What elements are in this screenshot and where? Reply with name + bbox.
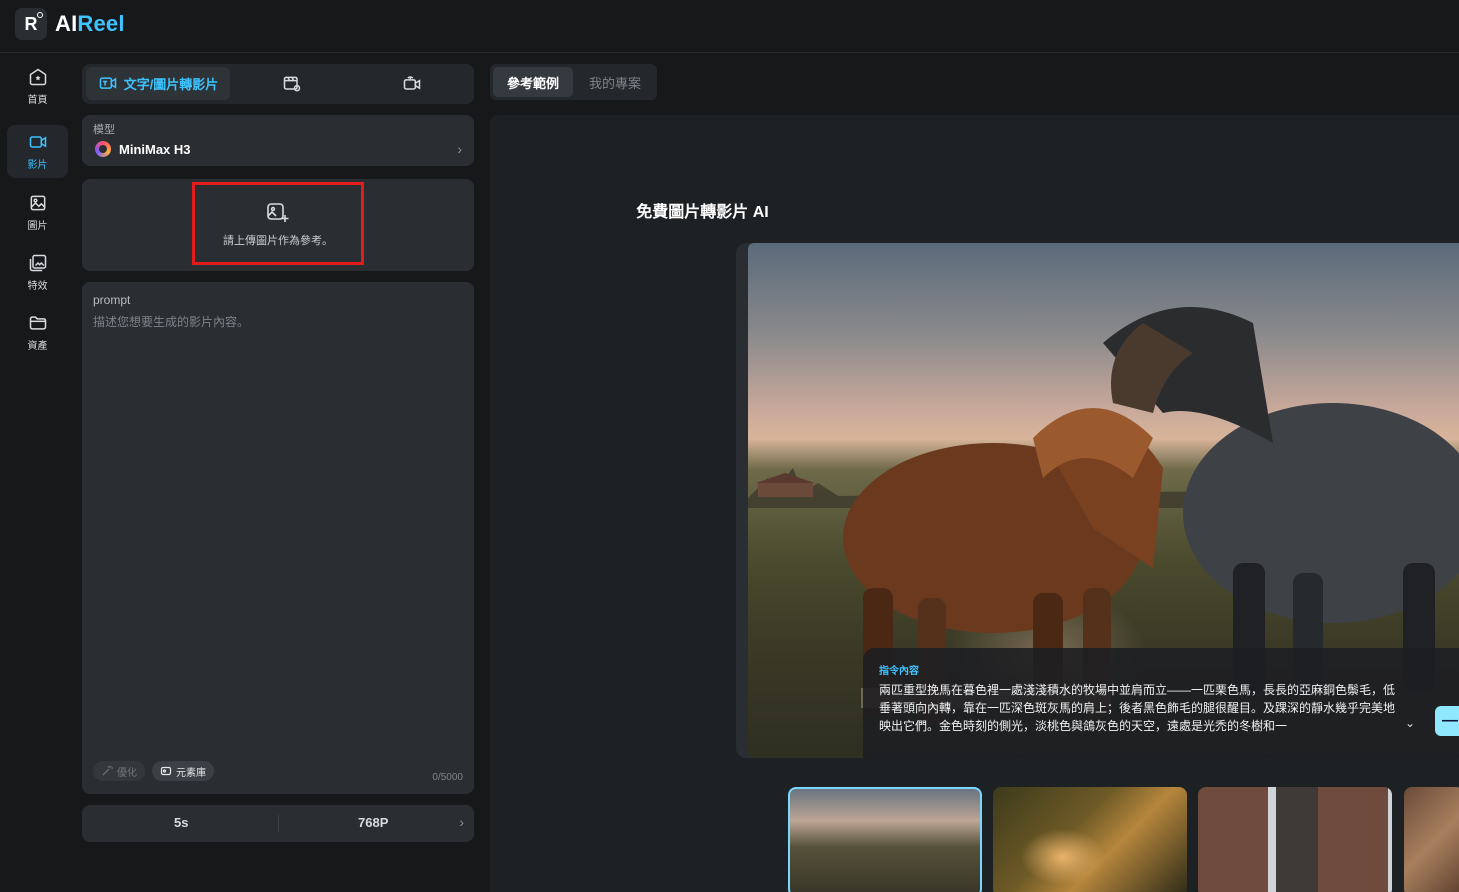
thumbnail-horses[interactable] bbox=[788, 787, 982, 892]
prompt-input[interactable] bbox=[93, 313, 461, 733]
prompt-panel: prompt 優化 元素庫 0/5000 bbox=[82, 282, 474, 794]
tab-video-reference[interactable] bbox=[232, 67, 352, 100]
folder-icon bbox=[29, 316, 46, 330]
tab-text-image-to-video[interactable]: 文字/圖片轉影片 bbox=[86, 67, 230, 100]
optimize-button[interactable]: 優化 bbox=[93, 761, 145, 781]
showcase-title: 免費圖片轉影片 AI bbox=[636, 204, 769, 221]
video-camera-icon bbox=[29, 136, 46, 148]
upload-hint: 請上傳圖片作為參考。 bbox=[223, 235, 333, 247]
logo-mark-icon: R bbox=[15, 8, 47, 40]
model-label: 模型 bbox=[93, 124, 115, 136]
logo-text-prefix: AI bbox=[55, 11, 78, 36]
model-name: MiniMax H3 bbox=[119, 141, 191, 157]
caption-text: 兩匹重型挽馬在暮色裡一處淺淺積水的牧場中並肩而立——一匹栗色馬，長長的亞麻銅色鬃… bbox=[879, 683, 1396, 733]
text-image-to-video-icon bbox=[99, 76, 116, 89]
caption-label: 指令內容 bbox=[879, 666, 919, 677]
nav-label-assets: 資產 bbox=[27, 341, 48, 352]
camera-swap-icon bbox=[403, 75, 421, 90]
thumbnail-mountain-bike[interactable] bbox=[993, 787, 1187, 892]
side-nav: 首頁 影片 圖片 特效 資產 bbox=[0, 54, 76, 892]
grey-horse bbox=[1103, 307, 1459, 693]
resolution-setting[interactable]: 768P bbox=[358, 815, 388, 830]
prompt-label: prompt bbox=[93, 293, 131, 307]
model-selector[interactable]: 模型 MiniMax H3 › bbox=[82, 115, 474, 166]
library-label: 元素庫 bbox=[176, 767, 206, 779]
char-counter: 0/5000 bbox=[432, 772, 463, 783]
tab-label-text-image-to-video: 文字/圖片轉影片 bbox=[123, 77, 219, 92]
use-prompt-button[interactable]: — bbox=[1435, 706, 1459, 736]
effects-icon bbox=[29, 254, 46, 272]
chevron-right-icon: › bbox=[457, 141, 462, 157]
gallery-tabs: 參考範例 我的專案 bbox=[490, 64, 657, 100]
duration-setting[interactable]: 5s bbox=[174, 815, 188, 830]
home-icon bbox=[29, 68, 46, 86]
image-upload-area[interactable]: 請上傳圖片作為參考。 bbox=[82, 179, 474, 271]
logo-text-suffix: Reel bbox=[77, 11, 125, 36]
logo-text: AIReel bbox=[55, 11, 125, 37]
magic-wand-icon bbox=[102, 765, 113, 776]
nav-item-assets[interactable]: 資產 bbox=[7, 306, 68, 359]
nav-item-video[interactable]: 影片 bbox=[7, 125, 68, 178]
thumbnail-city-aerial[interactable] bbox=[1198, 787, 1392, 892]
tab-my-projects[interactable]: 我的專案 bbox=[576, 67, 654, 97]
nav-label-home: 首頁 bbox=[27, 95, 48, 106]
arrow-right-icon: — bbox=[1442, 712, 1458, 729]
tab-camera-swap[interactable] bbox=[354, 67, 470, 100]
generation-settings[interactable]: 5s 768P › bbox=[82, 805, 474, 842]
settings-divider bbox=[278, 815, 279, 832]
minimax-logo-icon bbox=[95, 141, 111, 157]
model-row: MiniMax H3 bbox=[95, 141, 191, 157]
prompt-caption[interactable]: 指令內容 兩匹重型挽馬在暮色裡一處淺淺積水的牧場中並肩而立——一匹栗色馬，長長的… bbox=[863, 648, 1459, 758]
optimize-label: 優化 bbox=[117, 767, 137, 779]
app-logo[interactable]: R AIReel bbox=[15, 8, 125, 40]
library-icon bbox=[160, 766, 172, 776]
nav-item-effects[interactable]: 特效 bbox=[7, 246, 68, 299]
top-bar: R AIReel bbox=[0, 0, 1459, 53]
video-reference-icon bbox=[283, 76, 301, 91]
tab-examples[interactable]: 參考範例 bbox=[493, 67, 573, 97]
nav-label-effects: 特效 bbox=[27, 281, 48, 292]
thumbnail-portrait[interactable] bbox=[1404, 787, 1459, 892]
chevron-right-icon: › bbox=[459, 814, 464, 830]
chevron-down-icon[interactable]: ⌄ bbox=[1405, 716, 1415, 730]
element-library-button[interactable]: 元素庫 bbox=[152, 761, 214, 781]
nav-item-home[interactable]: 首頁 bbox=[7, 60, 68, 113]
nav-label-video: 影片 bbox=[27, 160, 48, 171]
mode-tabs: 文字/圖片轉影片 bbox=[82, 64, 474, 104]
